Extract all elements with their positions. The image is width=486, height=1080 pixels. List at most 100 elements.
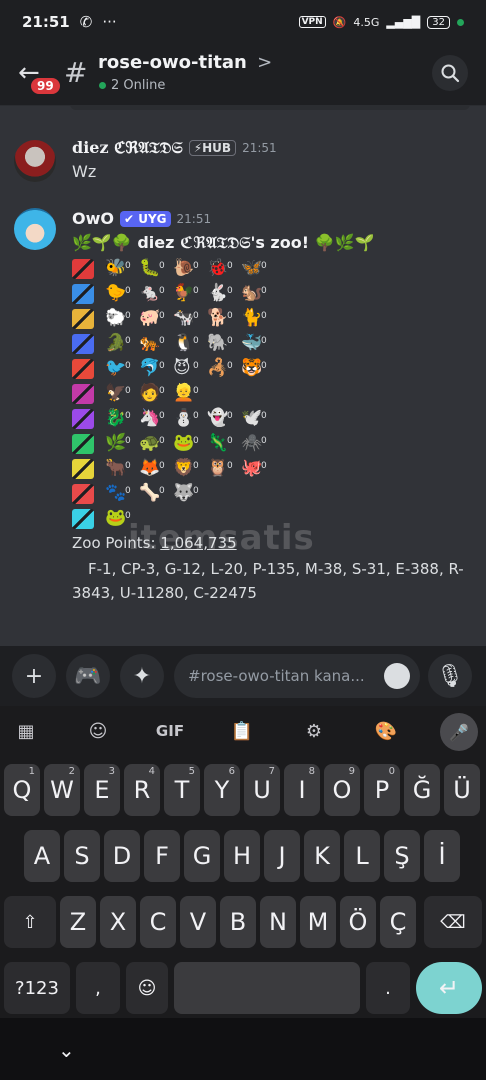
animal-emoji: 🐺	[173, 482, 195, 503]
animal-emoji: 🦄	[139, 407, 161, 428]
key-ğ[interactable]: Ğ	[404, 764, 440, 816]
microphone-icon: 🎙	[436, 663, 464, 689]
emoji-key[interactable]: ☺	[126, 962, 168, 1014]
author-name[interactable]: OwO	[72, 209, 114, 228]
key-w[interactable]: W2	[44, 764, 80, 816]
key-y[interactable]: Y6	[204, 764, 240, 816]
animal-emoji: 🐿️	[241, 282, 263, 303]
apps-button[interactable]: ✦	[120, 654, 164, 698]
key-j[interactable]: J	[264, 830, 300, 882]
microphone-icon: 🎤	[449, 722, 469, 742]
key-i̇[interactable]: İ	[424, 830, 460, 882]
zoo-animal	[241, 383, 275, 405]
animal-emoji: 🐓	[173, 282, 195, 303]
symbols-key[interactable]: ?123	[4, 962, 70, 1014]
key-label: .	[385, 977, 391, 999]
network-label: 4.5G	[353, 15, 380, 29]
author-name[interactable]: diez ℭℜ𝔄𝔗𝔇𝔖	[72, 138, 183, 158]
key-v[interactable]: V	[180, 896, 216, 948]
clipboard-icon[interactable]: 📋	[222, 716, 262, 746]
animal-emoji: 🐸	[105, 507, 127, 528]
animal-emoji: 🐄	[173, 307, 195, 328]
chat-area[interactable]: diez ℭℜ𝔄𝔗𝔇𝔖 ⚡HUB 21:51 Wz OwO ✔ UYG 21:5…	[0, 106, 486, 646]
zoo-animal: 🐘 0	[207, 333, 241, 355]
zoo-animal: ⛄ 0	[173, 408, 207, 430]
emoji-icon[interactable]	[384, 663, 410, 689]
activities-button[interactable]: 🎮	[66, 654, 110, 698]
key-r[interactable]: R4	[124, 764, 160, 816]
key-s[interactable]: S	[64, 830, 100, 882]
key-b[interactable]: B	[220, 896, 256, 948]
space-key[interactable]	[174, 962, 360, 1014]
backspace-key[interactable]: ⌫	[424, 896, 482, 948]
key-label: Ö	[348, 908, 368, 936]
key-e[interactable]: E3	[84, 764, 120, 816]
key-h[interactable]: H	[224, 830, 260, 882]
message-composer: + 🎮 ✦ #rose-owo-titan kana... 🎙	[0, 646, 486, 706]
period-key[interactable]: .	[366, 962, 410, 1014]
key-i[interactable]: I8	[284, 764, 320, 816]
settings-gear-icon[interactable]: ⚙	[294, 716, 334, 746]
apps-grid-icon[interactable]: ▦	[6, 716, 46, 746]
voice-message-button[interactable]: 🎙	[428, 654, 472, 698]
animal-count: 0	[193, 460, 199, 471]
keyboard-toolbar: ▦ ☺ GIF 📋 ⚙ 🎨 🎤	[0, 706, 486, 756]
palette-icon[interactable]: 🎨	[366, 716, 406, 746]
key-f[interactable]: F	[144, 830, 180, 882]
animal-count: 0	[125, 485, 131, 496]
key-label: V	[189, 908, 207, 936]
key-n[interactable]: N	[260, 896, 296, 948]
key-ü[interactable]: Ü	[444, 764, 480, 816]
key-u[interactable]: U7	[244, 764, 280, 816]
channel-title[interactable]: rose-owo-titan >	[98, 52, 272, 73]
key-k[interactable]: K	[304, 830, 340, 882]
animal-count: 0	[227, 360, 233, 371]
key-p[interactable]: P0	[364, 764, 400, 816]
key-t[interactable]: T5	[164, 764, 200, 816]
add-attachment-button[interactable]: +	[12, 654, 56, 698]
voice-typing-button[interactable]: 🎤	[440, 713, 478, 751]
key-hint: 9	[348, 766, 355, 777]
key-z[interactable]: Z	[60, 896, 96, 948]
zoo-animal: 🦊 0	[139, 458, 173, 480]
key-o[interactable]: O9	[324, 764, 360, 816]
key-c[interactable]: C	[140, 896, 176, 948]
animal-count: 0	[261, 435, 267, 446]
key-m[interactable]: M	[300, 896, 336, 948]
key-g[interactable]: G	[184, 830, 220, 882]
message-input-placeholder: #rose-owo-titan kana...	[188, 667, 365, 685]
key-q[interactable]: Q1	[4, 764, 40, 816]
animal-count: 0	[125, 435, 131, 446]
channel-name: rose-owo-titan	[98, 52, 247, 73]
key-ö[interactable]: Ö	[340, 896, 376, 948]
zoo-row: 🐤 0 🐁 0 🐓 0 🐇 0 🐿️ 0	[72, 281, 275, 306]
enter-key[interactable]: ↵	[416, 962, 482, 1014]
key-d[interactable]: D	[104, 830, 140, 882]
key-hint: 2	[68, 766, 75, 777]
rank-icon	[72, 333, 94, 354]
key-label: P	[374, 776, 390, 804]
key-a[interactable]: A	[24, 830, 60, 882]
gif-button[interactable]: GIF	[150, 716, 190, 746]
key-ç[interactable]: Ç	[380, 896, 416, 948]
sticker-icon[interactable]: ☺	[78, 716, 118, 746]
server-tag[interactable]: ✔ UYG	[119, 210, 171, 227]
shift-key[interactable]: ⇧	[4, 896, 56, 948]
zoo-animal: 🐛 0	[139, 258, 173, 280]
hide-keyboard-chevron-icon[interactable]: ⌄	[58, 1038, 75, 1062]
animal-count: 0	[193, 385, 199, 396]
avatar[interactable]	[14, 208, 56, 250]
key-label: X	[109, 908, 127, 936]
search-button[interactable]	[432, 55, 468, 91]
online-dot-icon	[99, 82, 106, 89]
avatar[interactable]	[14, 140, 56, 182]
key-l[interactable]: L	[344, 830, 380, 882]
key-ş[interactable]: Ş	[384, 830, 420, 882]
animal-emoji: 🐇	[207, 282, 229, 303]
comma-key[interactable]: ,	[76, 962, 120, 1014]
key-x[interactable]: X	[100, 896, 136, 948]
zoo-animal: 🦅 0	[105, 383, 139, 405]
message-input[interactable]: #rose-owo-titan kana...	[174, 654, 420, 698]
server-tag[interactable]: ⚡HUB	[188, 140, 237, 156]
key-label: Ç	[389, 908, 407, 936]
